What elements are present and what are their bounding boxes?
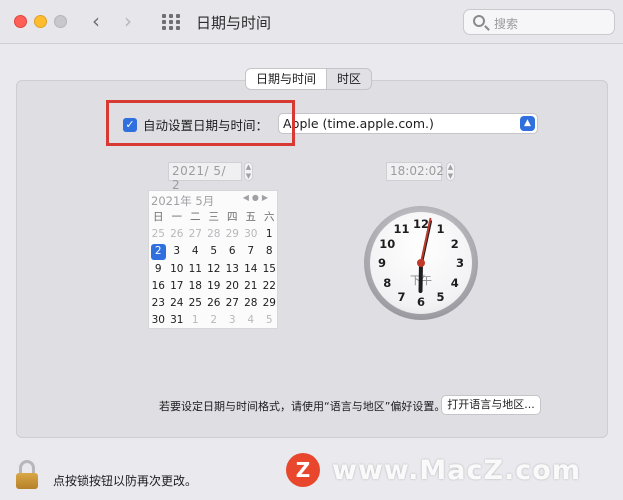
calendar-nav-icons[interactable]: ◀●▶ [243, 193, 271, 202]
calendar-day[interactable]: 1 [186, 312, 205, 329]
calendar-day[interactable]: 12 [205, 261, 224, 278]
clock-number: 2 [450, 236, 459, 251]
zoom-window-button[interactable] [54, 15, 67, 28]
analog-clock: 111098765432112 下午 [364, 206, 478, 320]
calendar-weekday: 四 [227, 211, 238, 223]
calendar-day[interactable]: 5 [260, 312, 279, 329]
back-arrow-icon[interactable]: ‹ [92, 10, 100, 32]
lock-icon[interactable] [16, 460, 38, 490]
tab-date-time[interactable]: 日期与时间 [246, 69, 328, 89]
lock-hint-text: 点按锁按钮以防再次更改。 [53, 474, 198, 488]
search-icon [473, 15, 485, 27]
calendar-day[interactable]: 3 [223, 312, 242, 329]
calendar-day[interactable]: 7 [242, 243, 261, 260]
calendar-day[interactable]: 23 [149, 295, 168, 312]
calendar-day[interactable]: 27 [186, 226, 205, 243]
calendar-weekday: 三 [208, 211, 220, 223]
calendar-day[interactable]: 10 [168, 261, 187, 278]
calendar-day[interactable]: 19 [205, 278, 224, 295]
close-window-button[interactable] [14, 15, 27, 28]
calendar-day[interactable]: 30 [242, 226, 261, 243]
calendar-day[interactable]: 15 [260, 261, 279, 278]
time-server-value: Apple (time.apple.com.) [283, 116, 434, 131]
time-input[interactable]: 18:02:02 [386, 162, 444, 181]
forward-arrow-icon[interactable]: › [124, 10, 132, 32]
search-field[interactable]: 搜索 [463, 9, 615, 35]
calendar-weekday: 日 [153, 211, 164, 223]
calendar-day[interactable]: 13 [223, 261, 242, 278]
clock-number: 6 [416, 295, 426, 309]
hour-hand [418, 262, 423, 294]
calendar-day[interactable]: 1 [260, 226, 279, 243]
clock-number: 1 [436, 222, 445, 237]
calendar-day[interactable]: 29 [260, 295, 279, 312]
minimize-window-button[interactable] [34, 15, 47, 28]
clock-hub [417, 259, 425, 267]
calendar-day[interactable]: 25 [186, 295, 205, 312]
calendar-day[interactable]: 18 [186, 278, 205, 295]
calendar-day[interactable]: 3 [168, 243, 187, 260]
search-placeholder: 搜索 [494, 17, 519, 31]
calendar-day[interactable]: 24 [168, 295, 187, 312]
clock-number: 4 [450, 275, 459, 290]
clock-number: 10 [379, 236, 396, 251]
clock-number: 8 [383, 275, 392, 290]
calendar-day[interactable]: 29 [223, 226, 242, 243]
title-bar: ‹ › 日期与时间 搜索 [0, 0, 623, 44]
calendar-weekday: 五 [245, 211, 257, 223]
calendar-day[interactable]: 4 [186, 243, 205, 260]
calendar-day[interactable]: 8 [260, 243, 279, 260]
calendar-day[interactable]: 2 [151, 244, 166, 260]
calendar-month-header: 2021年 5月 [151, 194, 215, 208]
clock-number: 3 [455, 256, 465, 270]
calendar-weekday: 二 [190, 211, 201, 223]
clock-number: 5 [436, 289, 445, 304]
clock-number: 11 [393, 222, 410, 237]
calendar-day[interactable]: 9 [149, 261, 168, 278]
time-stepper[interactable]: ▲ ▼ [446, 162, 455, 181]
watermark: Z www.MacZ.com [286, 453, 581, 487]
format-hint-text: 若要设定日期与时间格式，请使用“语言与地区”偏好设置。 [159, 400, 446, 413]
annotation-highlight-box [106, 100, 295, 146]
date-input[interactable]: 2021/ 5/ 2 [168, 162, 242, 192]
tab-bar: 日期与时间 时区 [245, 68, 373, 90]
calendar-day[interactable]: 17 [168, 278, 187, 295]
calendar-day[interactable]: 28 [205, 226, 224, 243]
show-all-grid-icon[interactable] [162, 14, 180, 30]
calendar-weekday: 六 [264, 211, 275, 223]
chevron-updown-icon[interactable]: ▲︎ [520, 116, 535, 131]
calendar-day[interactable]: 26 [168, 226, 187, 243]
calendar-day[interactable]: 14 [242, 261, 261, 278]
calendar-day[interactable]: 6 [223, 243, 242, 260]
calendar-day[interactable]: 2 [205, 312, 224, 329]
calendar-day[interactable]: 30 [149, 312, 168, 329]
calendar-grid: 日一二三四五六 25 26 27 28 29 30 1 2 3 4 5 6 7 8 9 10 11 12 13 14 15… [149, 209, 279, 329]
calendar-day[interactable]: 21 [242, 278, 261, 295]
date-stepper[interactable]: ▲ ▼ [244, 162, 253, 181]
calendar-day[interactable]: 26 [205, 295, 224, 312]
calendar-day[interactable]: 16 [149, 278, 168, 295]
calendar-day[interactable]: 28 [242, 295, 261, 312]
clock-number: 9 [377, 256, 387, 270]
clock-number: 7 [397, 289, 406, 304]
calendar-day[interactable]: 25 [149, 226, 168, 243]
calendar-day[interactable]: 5 [205, 243, 224, 260]
calendar-day[interactable]: 4 [242, 312, 261, 329]
calendar-day[interactable]: 20 [223, 278, 242, 295]
time-server-select[interactable]: Apple (time.apple.com.) ▲︎ [278, 113, 538, 134]
tab-time-zone[interactable]: 时区 [327, 69, 371, 89]
calendar: 2021年 5月 ◀●▶ 日一二三四五六 25 26 27 28 29 30 1 2 3 4 5 6 7 8… [148, 190, 278, 329]
calendar-weekday: 一 [171, 211, 183, 223]
watermark-text: www.MacZ.com [332, 454, 581, 486]
watermark-logo-icon: Z [286, 453, 320, 487]
calendar-day[interactable]: 22 [260, 278, 279, 295]
calendar-day[interactable]: 31 [168, 312, 187, 329]
clock-face: 111098765432112 下午 [370, 212, 472, 314]
calendar-day[interactable]: 27 [223, 295, 242, 312]
window-title: 日期与时间 [196, 14, 272, 32]
open-language-region-button[interactable]: 打开语言与地区... [441, 395, 541, 415]
calendar-day[interactable]: 11 [186, 261, 205, 278]
